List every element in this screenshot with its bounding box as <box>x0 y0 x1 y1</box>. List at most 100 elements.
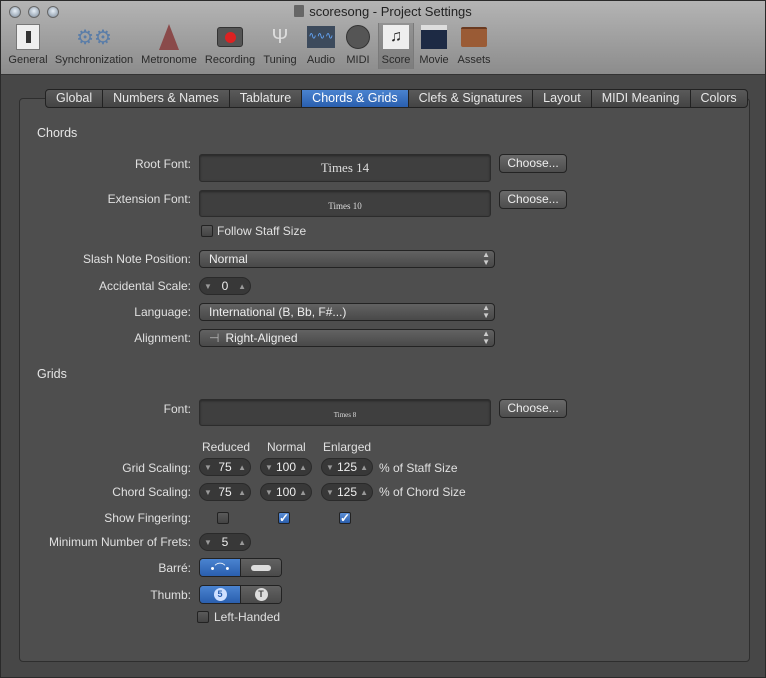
extension-font-display: Times 10 <box>199 190 491 217</box>
toolbar-tuning[interactable]: Ψ Tuning <box>261 23 299 69</box>
decrement-icon[interactable]: ▼ <box>204 538 212 547</box>
stepper-value: 125 <box>336 460 358 474</box>
tab-bar: Global Numbers & Names Tablature Chords … <box>45 89 748 108</box>
briefcase-icon <box>459 23 489 51</box>
follow-staff-size-label: Follow Staff Size <box>217 224 307 238</box>
toolbar-movie[interactable]: Movie <box>419 23 449 69</box>
window-title: scoresong - Project Settings <box>1 4 765 19</box>
decrement-icon[interactable]: ▼ <box>204 282 212 291</box>
barre-arc-icon: •⌒• <box>210 562 230 575</box>
tab-layout[interactable]: Layout <box>533 90 592 107</box>
root-font-display: Times 14 <box>199 154 491 182</box>
stepper-value: 0 <box>221 279 229 293</box>
language-popup[interactable]: International (B, Bb, F#...) ▲ ▼ <box>199 303 495 321</box>
grid-font-choose-button[interactable]: Choose... <box>499 399 567 418</box>
title-toolbar: scoresong - Project Settings General ⚙⚙ S… <box>1 1 765 75</box>
toolbar-synchronization[interactable]: ⚙⚙ Synchronization <box>53 23 135 69</box>
grid-scaling-reduced-stepper[interactable]: ▼ 75 ▲ <box>199 458 251 476</box>
alignment-popup[interactable]: ⊣ Right-Aligned ▲ ▼ <box>199 329 495 347</box>
right-align-icon: ⊣ <box>209 331 220 345</box>
column-normal: Normal <box>267 440 306 454</box>
language-label: Language: <box>134 305 191 319</box>
grid-scaling-normal-stepper[interactable]: ▼ 100 ▲ <box>260 458 312 476</box>
extension-font-choose-button[interactable]: Choose... <box>499 190 567 209</box>
accidental-scale-stepper[interactable]: ▼ 0 ▲ <box>199 277 251 295</box>
slash-note-position-popup[interactable]: Normal ▲ ▼ <box>199 250 495 268</box>
tab-chords-grids[interactable]: Chords & Grids <box>302 90 409 107</box>
show-fingering-label: Show Fingering: <box>104 511 191 525</box>
increment-icon[interactable]: ▲ <box>299 463 307 472</box>
document-icon <box>294 5 305 17</box>
toolbar-label: MIDI <box>346 54 370 66</box>
thumb-5-option[interactable]: 5 <box>200 586 241 603</box>
window-title-text: scoresong - Project Settings <box>309 4 472 19</box>
tab-global[interactable]: Global <box>46 90 104 107</box>
grid-scaling-enlarged-stepper[interactable]: ▼ 125 ▲ <box>321 458 373 476</box>
toolbar-recording[interactable]: Recording <box>204 23 256 69</box>
metronome-icon <box>154 23 184 51</box>
increment-icon[interactable]: ▲ <box>299 488 307 497</box>
root-font-label: Root Font: <box>134 157 191 171</box>
toolbar-label: General <box>8 54 48 66</box>
tab-colors[interactable]: Colors <box>691 90 747 107</box>
settings-panel <box>19 98 750 662</box>
toolbar-general[interactable]: General <box>7 23 49 69</box>
barre-bar-option[interactable] <box>241 559 281 576</box>
toolbar-label: Score <box>381 54 411 66</box>
minimum-frets-stepper[interactable]: ▼ 5 ▲ <box>199 533 251 551</box>
grid-scaling-label: Grid Scaling: <box>122 461 191 475</box>
stepper-value: 125 <box>336 485 358 499</box>
stepper-value: 75 <box>218 460 232 474</box>
toolbar-audio[interactable]: ∿∿∿ Audio <box>305 23 337 69</box>
extension-font-label: Extension Font: <box>107 192 191 206</box>
chord-scaling-enlarged-stepper[interactable]: ▼ 125 ▲ <box>321 483 373 501</box>
accidental-scale-label: Accidental Scale: <box>98 279 191 293</box>
music-note-icon: ♫ <box>381 23 411 51</box>
tab-tablature[interactable]: Tablature <box>230 90 303 107</box>
fingering-enlarged-checkbox[interactable]: ✓ <box>339 512 351 524</box>
chord-scaling-reduced-stepper[interactable]: ▼ 75 ▲ <box>199 483 251 501</box>
follow-staff-size-checkbox[interactable] <box>201 225 213 237</box>
increment-icon[interactable]: ▲ <box>360 463 368 472</box>
chord-scaling-normal-stepper[interactable]: ▼ 100 ▲ <box>260 483 312 501</box>
clapperboard-icon <box>419 23 449 51</box>
stepper-value: 100 <box>275 460 297 474</box>
fingering-reduced-checkbox[interactable] <box>217 512 229 524</box>
increment-icon[interactable]: ▲ <box>238 282 246 291</box>
toolbar-metronome[interactable]: Metronome <box>140 23 198 69</box>
decrement-icon[interactable]: ▼ <box>204 488 212 497</box>
toolbar-label: Metronome <box>141 54 197 66</box>
chords-heading: Chords <box>37 126 78 140</box>
alignment-label: Alignment: <box>134 331 191 345</box>
left-handed-label: Left-Handed <box>214 610 281 624</box>
project-settings-window: scoresong - Project Settings General ⚙⚙ S… <box>0 0 766 678</box>
toolbar-midi[interactable]: MIDI <box>343 23 373 69</box>
decrement-icon[interactable]: ▼ <box>326 463 334 472</box>
increment-icon[interactable]: ▲ <box>238 488 246 497</box>
decrement-icon[interactable]: ▼ <box>265 488 273 497</box>
grid-font-display: Times 8 <box>199 399 491 426</box>
toolbar-label: Synchronization <box>54 54 134 66</box>
left-handed-checkbox[interactable] <box>197 611 209 623</box>
updown-arrows-icon: ▲ ▼ <box>482 329 490 346</box>
increment-icon[interactable]: ▲ <box>238 538 246 547</box>
barre-arc-option[interactable]: •⌒• <box>200 559 241 576</box>
thumb-5-icon: 5 <box>213 588 227 601</box>
decrement-icon[interactable]: ▼ <box>265 463 273 472</box>
fingering-normal-checkbox[interactable]: ✓ <box>278 512 290 524</box>
toolbar-label: Audio <box>306 54 336 66</box>
barre-bar-icon <box>251 564 271 571</box>
increment-icon[interactable]: ▲ <box>360 488 368 497</box>
toolbar-score[interactable]: ♫ Score <box>378 23 414 69</box>
tab-midi-meaning[interactable]: MIDI Meaning <box>592 90 691 107</box>
decrement-icon[interactable]: ▼ <box>326 488 334 497</box>
root-font-choose-button[interactable]: Choose... <box>499 154 567 173</box>
alignment-value: Right-Aligned <box>225 331 298 345</box>
tab-clefs-signatures[interactable]: Clefs & Signatures <box>409 90 534 107</box>
decrement-icon[interactable]: ▼ <box>204 463 212 472</box>
thumb-t-option[interactable]: T <box>241 586 281 603</box>
tab-numbers-names[interactable]: Numbers & Names <box>103 90 230 107</box>
increment-icon[interactable]: ▲ <box>238 463 246 472</box>
chord-scaling-label: Chord Scaling: <box>112 485 191 499</box>
toolbar-assets[interactable]: Assets <box>457 23 491 69</box>
